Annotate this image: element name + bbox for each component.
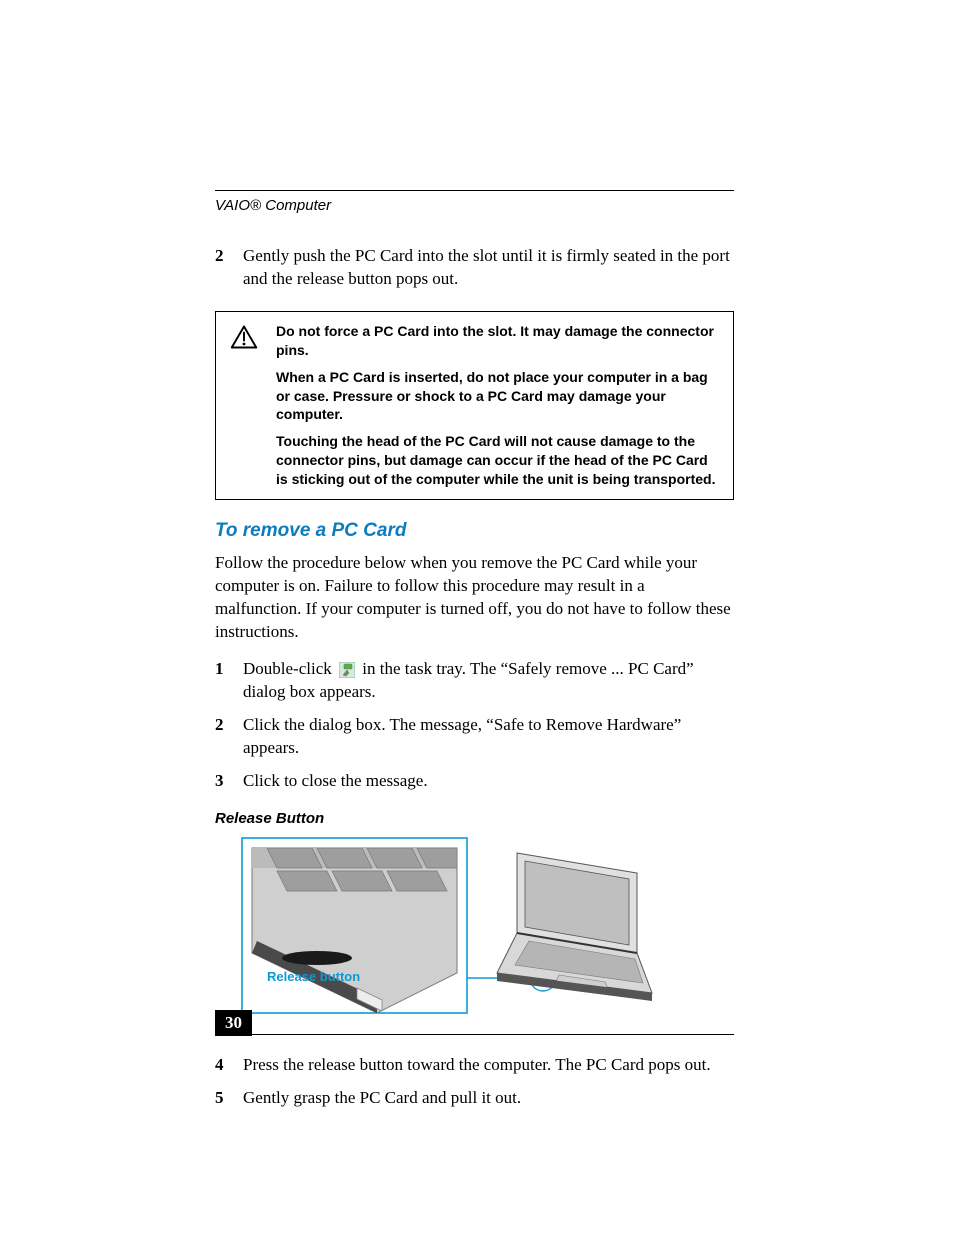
step-text: Double-click in the task tray. The “Safe… (243, 658, 734, 704)
document-page: VAIO® Computer 2 Gently push the PC Card… (0, 0, 954, 1235)
section-intro-paragraph: Follow the procedure below when you remo… (215, 552, 734, 644)
step-number: 4 (215, 1054, 229, 1077)
step-item: 3 Click to close the message. (215, 770, 734, 793)
step-text: Press the release button toward the comp… (243, 1054, 711, 1077)
running-header: VAIO® Computer (215, 190, 734, 214)
caution-paragraph: Do not force a PC Card into the slot. It… (276, 322, 719, 360)
step-text: Gently push the PC Card into the slot un… (243, 245, 734, 291)
step-text: Gently grasp the PC Card and pull it out… (243, 1087, 521, 1110)
step-number: 5 (215, 1087, 229, 1110)
step-number: 2 (215, 714, 229, 760)
page-number: 30 (215, 1010, 252, 1036)
page-content: 2 Gently push the PC Card into the slot … (215, 245, 734, 1120)
caution-text-group: Do not force a PC Card into the slot. It… (276, 322, 719, 489)
footer-rule (252, 1034, 734, 1035)
page-footer: 30 (215, 1010, 734, 1036)
caution-paragraph: When a PC Card is inserted, do not place… (276, 368, 719, 425)
figure-callout-label: Release button (267, 969, 360, 984)
figure-caption: Release Button (215, 810, 734, 827)
step-text: Click the dialog box. The message, “Safe… (243, 714, 734, 760)
step-number: 2 (215, 245, 229, 291)
safely-remove-hardware-icon (339, 662, 355, 678)
running-header-text: VAIO® Computer (215, 197, 331, 214)
release-button-figure: Release button (237, 833, 667, 1028)
step-item: 2 Gently push the PC Card into the slot … (215, 245, 734, 291)
step-number: 1 (215, 658, 229, 704)
step-item: 4 Press the release button toward the co… (215, 1054, 734, 1077)
step-item: 2 Click the dialog box. The message, “Sa… (215, 714, 734, 760)
step-text: Click to close the message. (243, 770, 428, 793)
step-number: 3 (215, 770, 229, 793)
step-item: 5 Gently grasp the PC Card and pull it o… (215, 1087, 734, 1110)
caution-paragraph: Touching the head of the PC Card will no… (276, 432, 719, 489)
step-text-pre: Double-click (243, 659, 336, 678)
step-list-remove-b: 4 Press the release button toward the co… (215, 1054, 734, 1110)
section-heading: To remove a PC Card (215, 520, 734, 542)
step-item: 1 Double-click in the task tray. The “Sa… (215, 658, 734, 704)
step-list-continued: 2 Gently push the PC Card into the slot … (215, 245, 734, 291)
step-list-remove-a: 1 Double-click in the task tray. The “Sa… (215, 658, 734, 793)
laptop-illustration (497, 853, 652, 1001)
caution-box: Do not force a PC Card into the slot. It… (215, 311, 734, 500)
caution-icon (230, 322, 260, 489)
